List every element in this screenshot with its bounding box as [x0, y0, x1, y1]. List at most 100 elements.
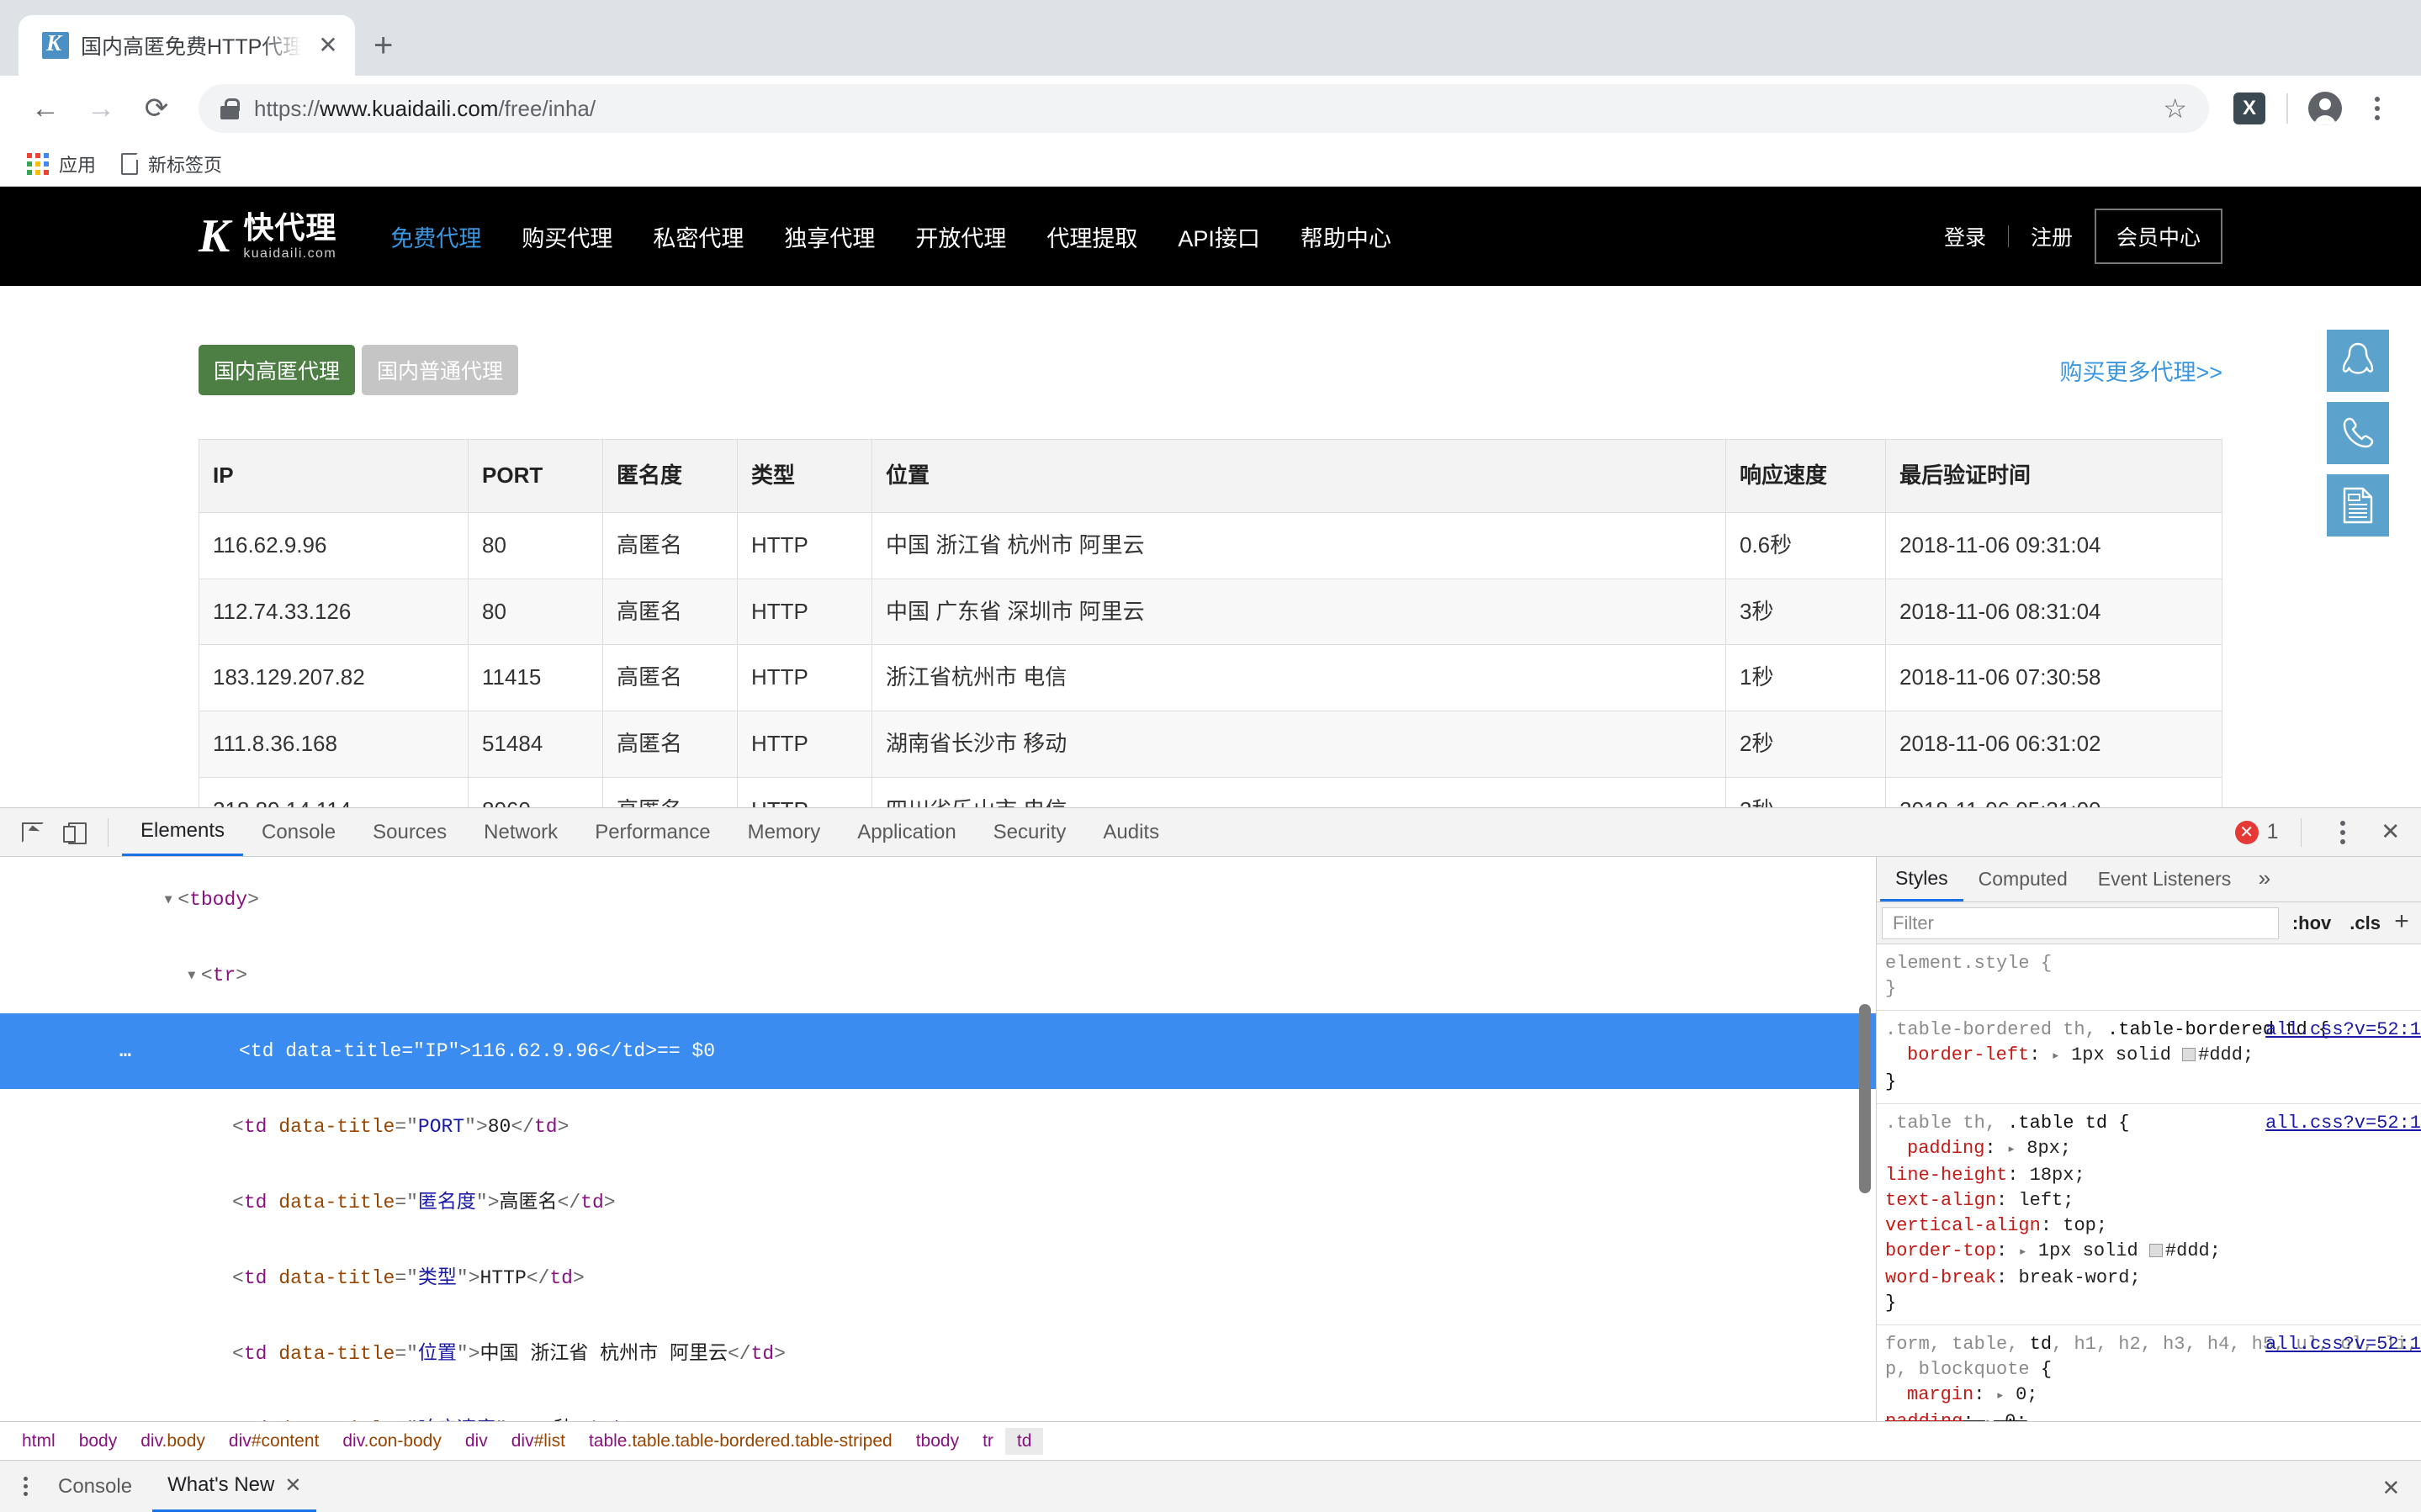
css-property[interactable]: vertical-align [1885, 1215, 2041, 1236]
nav-item-exclusive-proxy[interactable]: 独享代理 [784, 220, 875, 253]
tab-event-listeners[interactable]: Event Listeners [2083, 857, 2247, 901]
close-icon[interactable]: ✕ [284, 1473, 301, 1498]
bookmark-apps[interactable]: 应用 [27, 151, 96, 177]
css-property[interactable]: border-left [1907, 1044, 2029, 1065]
site-logo[interactable]: K 快代理 kuaidaili.com [199, 213, 336, 261]
tab-application[interactable]: Application [839, 808, 974, 856]
tab-console[interactable]: Console [243, 808, 354, 856]
dom-node-tr[interactable]: ▾<tr> [0, 938, 1876, 1013]
new-style-rule-button[interactable]: + [2394, 909, 2416, 938]
css-property[interactable]: padding [1907, 1138, 1984, 1159]
rule-source-link[interactable]: all.css?v=52:1 [2265, 1332, 2421, 1357]
device-toolbar-button[interactable] [56, 813, 94, 852]
devtools-menu-button[interactable] [2323, 813, 2362, 852]
qq-contact-button[interactable] [2327, 330, 2389, 392]
error-count-badge[interactable]: ✕ 1 [2235, 820, 2279, 844]
css-value[interactable]: 0 [2016, 1384, 2026, 1405]
close-tab-icon[interactable]: ✕ [313, 34, 343, 57]
style-rule[interactable]: element.style { } [1877, 944, 2421, 1011]
dom-node-td-selected[interactable]: … <td data-title="IP">116.62.9.96</td>==… [0, 1013, 1876, 1089]
bookmark-newtab[interactable]: 新标签页 [121, 151, 222, 177]
nav-item-private-proxy[interactable]: 私密代理 [653, 220, 744, 253]
drawer-tab-console[interactable]: Console [43, 1461, 147, 1512]
tab-inha[interactable]: 国内高匿代理 [199, 345, 355, 395]
tab-audits[interactable]: Audits [1084, 808, 1178, 856]
register-link[interactable]: 注册 [2031, 221, 2073, 251]
rule-source-link[interactable]: all.css?v=52:1 [2265, 1018, 2421, 1043]
nav-item-help-center[interactable]: 帮助中心 [1301, 220, 1391, 253]
breadcrumb-item-con-body[interactable]: div.con-body [331, 1428, 453, 1455]
breadcrumb-item-tbody[interactable]: tbody [904, 1428, 971, 1455]
dom-tree-scrollbar[interactable] [1859, 1004, 1871, 1193]
member-center-button[interactable]: 会员中心 [2095, 209, 2222, 264]
inspect-element-button[interactable] [13, 813, 52, 852]
css-value[interactable]: 1px solid [2071, 1044, 2171, 1065]
color-swatch[interactable] [2182, 1048, 2196, 1061]
breadcrumb-item-content[interactable]: div#content [217, 1428, 331, 1455]
css-property[interactable]: line-height [1885, 1165, 2007, 1186]
css-property[interactable]: text-align [1885, 1190, 1996, 1211]
forward-button[interactable]: → [76, 83, 126, 134]
tab-performance[interactable]: Performance [576, 808, 728, 856]
css-property[interactable]: word-break [1885, 1267, 1996, 1288]
rule-source-link[interactable]: all.css?v=52:1 [2265, 1111, 2421, 1136]
browser-tab[interactable]: 国内高匿免费HTTP代理IP - 快代 ✕ [19, 15, 355, 76]
tab-intr[interactable]: 国内普通代理 [362, 345, 518, 395]
css-property[interactable]: border-top [1885, 1240, 1996, 1261]
style-rule[interactable]: all.css?v=52:1 form, table, td, h1, h2, … [1877, 1325, 2421, 1421]
breadcrumb-item-html[interactable]: html [10, 1428, 67, 1455]
nav-item-free-proxy[interactable]: 免费代理 [390, 220, 481, 253]
style-rule[interactable]: all.css?v=52:1 .table th, .table td { pa… [1877, 1104, 2421, 1325]
close-devtools-button[interactable]: ✕ [2374, 818, 2408, 847]
phone-contact-button[interactable] [2327, 402, 2389, 464]
tab-elements[interactable]: Elements [122, 808, 243, 856]
chrome-menu-button[interactable] [2354, 85, 2401, 132]
extension-button[interactable]: X [2226, 85, 2273, 132]
css-value[interactable]: 1px solid [2038, 1240, 2138, 1261]
breadcrumb-item-body[interactable]: body [67, 1428, 130, 1455]
tab-styles[interactable]: Styles [1880, 857, 1963, 901]
dom-node-tbody[interactable]: ▾<tbody> [0, 862, 1876, 938]
tab-network[interactable]: Network [465, 808, 576, 856]
dom-tree-pane[interactable]: ▾<tbody> ▾<tr> … <td data-title="IP">116… [0, 857, 1876, 1421]
dom-node-td[interactable]: <td data-title="匿名度">高匿名</td> [0, 1165, 1876, 1240]
styles-filter-input[interactable]: Filter [1882, 907, 2279, 939]
dom-node-td[interactable]: <td data-title="PORT">80</td> [0, 1089, 1876, 1165]
element-classes-button[interactable]: .cls [2344, 912, 2386, 934]
dom-node-td[interactable]: <td data-title="类型">HTTP</td> [0, 1240, 1876, 1316]
css-value-overridden[interactable]: 0 [2005, 1411, 2016, 1421]
nav-item-api[interactable]: API接口 [1178, 220, 1260, 253]
breadcrumb-item-list[interactable]: div#list [500, 1428, 577, 1455]
drawer-tab-whats-new[interactable]: What's New ✕ [152, 1461, 316, 1512]
reload-button[interactable]: ⟳ [131, 83, 182, 134]
css-property[interactable]: margin [1907, 1384, 1973, 1405]
back-button[interactable]: ← [20, 83, 71, 134]
toggle-hover-state-button[interactable]: :hov [2287, 912, 2336, 934]
drawer-menu-icon[interactable] [13, 1477, 38, 1496]
breadcrumb-item-td[interactable]: td [1005, 1428, 1044, 1455]
breadcrumb-item-div-body[interactable]: div.body [129, 1428, 217, 1455]
css-value[interactable]: break-word [2018, 1267, 2129, 1288]
css-property-overridden[interactable]: padding [1885, 1411, 1963, 1421]
bookmark-star-icon[interactable]: ☆ [2163, 93, 2187, 124]
tab-memory[interactable]: Memory [729, 808, 840, 856]
nav-item-proxy-extract[interactable]: 代理提取 [1046, 220, 1137, 253]
css-value[interactable]: left [2018, 1190, 2063, 1211]
drawer-close-button[interactable]: ✕ [2383, 1470, 2408, 1504]
dom-node-td[interactable]: <td data-title="响应速度">0.6秒</td> [0, 1392, 1876, 1421]
new-tab-button[interactable]: + [373, 29, 393, 62]
breadcrumb-item-table[interactable]: table.table.table-bordered.table-striped [577, 1428, 904, 1455]
style-rule[interactable]: all.css?v=52:1 .table-bordered th, .tabl… [1877, 1011, 2421, 1104]
breadcrumb-item-div[interactable]: div [453, 1428, 500, 1455]
more-tabs-icon[interactable]: » [2246, 867, 2283, 892]
tab-sources[interactable]: Sources [354, 808, 465, 856]
login-link[interactable]: 登录 [1944, 221, 1986, 251]
breadcrumb-item-tr[interactable]: tr [971, 1428, 1005, 1455]
css-value[interactable]: 8px [2026, 1138, 2060, 1159]
color-swatch[interactable] [2149, 1244, 2163, 1257]
css-value[interactable]: top [2063, 1215, 2096, 1236]
profile-button[interactable] [2302, 85, 2349, 132]
document-contact-button[interactable] [2327, 474, 2389, 537]
tab-security[interactable]: Security [975, 808, 1085, 856]
nav-item-open-proxy[interactable]: 开放代理 [915, 220, 1006, 253]
